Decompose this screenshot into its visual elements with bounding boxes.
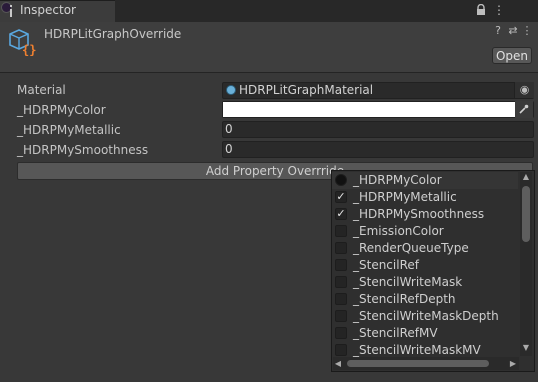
color-label: _HDRPMyColor — [17, 103, 106, 117]
material-label: Material — [17, 83, 66, 97]
eyedropper-icon[interactable] — [515, 101, 533, 118]
smoothness-field[interactable]: 0 — [222, 141, 534, 158]
dropdown-item[interactable]: _StencilRef — [332, 257, 518, 274]
horizontal-scroll-thumb[interactable] — [347, 360, 489, 367]
dropdown-item[interactable]: ✓ _HDRPMySmoothness — [332, 206, 518, 223]
checkbox-icon[interactable] — [335, 276, 347, 288]
dropdown-item-label: _StencilRefDepth — [353, 292, 456, 306]
scroll-right-icon[interactable]: ▶ — [508, 358, 518, 370]
checkbox-icon[interactable] — [335, 225, 347, 237]
checkbox-icon[interactable]: ✓ — [335, 191, 347, 203]
object-picker-icon[interactable]: ◉ — [514, 82, 534, 98]
dropdown-item-label: _StencilRefMV — [353, 326, 438, 340]
scroll-down-icon[interactable]: ▼ — [521, 342, 531, 354]
dropdown-item[interactable]: _HDRPMyColor — [332, 172, 518, 189]
checkbox-icon[interactable]: ✓ — [335, 208, 347, 220]
asset-title: HDRPLitGraphOverride — [44, 27, 182, 41]
svg-text:{}: {} — [22, 43, 36, 57]
metallic-label: _HDRPMyMetallic — [17, 123, 121, 137]
info-icon — [10, 5, 12, 17]
checkbox-icon[interactable] — [335, 174, 347, 186]
open-button[interactable]: Open — [492, 47, 532, 64]
checkbox-icon[interactable] — [335, 327, 347, 339]
dropdown-item-label: _StencilRef — [353, 258, 419, 272]
scroll-left-icon[interactable]: ◀ — [333, 358, 343, 370]
header-divider — [0, 72, 538, 73]
dropdown-item-label: _StencilWriteMaskMV — [353, 343, 481, 357]
material-field[interactable]: HDRPLitGraphMaterial — [222, 82, 534, 99]
dropdown-item-label: _EmissionColor — [353, 224, 444, 238]
dropdown-item[interactable]: _EmissionColor — [332, 223, 518, 240]
checkbox-icon[interactable] — [335, 293, 347, 305]
dropdown-item-label: _HDRPMyColor — [353, 173, 442, 187]
dropdown-item-label: _HDRPMySmoothness — [353, 207, 485, 221]
tab-close-placeholder — [518, 1, 536, 19]
dropdown-item[interactable]: _StencilRefMV — [332, 325, 518, 342]
tab-label: Inspector — [20, 3, 76, 17]
scroll-corner — [520, 357, 532, 370]
color-swatch[interactable] — [223, 102, 515, 117]
checkbox-icon[interactable] — [335, 310, 347, 322]
metallic-field[interactable]: 0 — [222, 121, 534, 138]
vertical-scroll-thumb[interactable] — [522, 186, 530, 242]
help-icon[interactable]: ? — [491, 24, 505, 37]
material-icon — [226, 85, 236, 95]
tab-menu-icon[interactable]: ⋮ — [490, 1, 508, 19]
dropdown-item-label: _HDRPMyMetallic — [353, 190, 457, 204]
lock-icon[interactable] — [472, 1, 490, 19]
shader-graph-icon: {} — [9, 29, 36, 57]
smoothness-label: _HDRPMySmoothness — [17, 143, 149, 157]
scroll-up-icon[interactable]: ▲ — [521, 171, 531, 183]
dropdown-item[interactable]: _StencilRefDepth — [332, 291, 518, 308]
dropdown-item[interactable]: _StencilWriteMaskDepth — [332, 308, 518, 325]
dropdown-item-label: _RenderQueueType — [353, 241, 469, 255]
checkbox-icon[interactable] — [335, 242, 347, 254]
dropdown-item-label: _StencilWriteMaskDepth — [353, 309, 499, 323]
dropdown-item-label: _StencilWriteMask — [353, 275, 463, 289]
dropdown-item[interactable]: ✓ _HDRPMyMetallic — [332, 189, 518, 206]
dropdown-item[interactable]: _RenderQueueType — [332, 240, 518, 257]
context-menu-icon[interactable]: ⋮ — [520, 24, 534, 37]
checkbox-icon[interactable] — [335, 259, 347, 271]
dropdown-item[interactable]: _StencilWriteMask — [332, 274, 518, 291]
checkbox-icon[interactable] — [335, 344, 347, 356]
preset-settings-icon[interactable]: ⇄ — [506, 24, 520, 37]
